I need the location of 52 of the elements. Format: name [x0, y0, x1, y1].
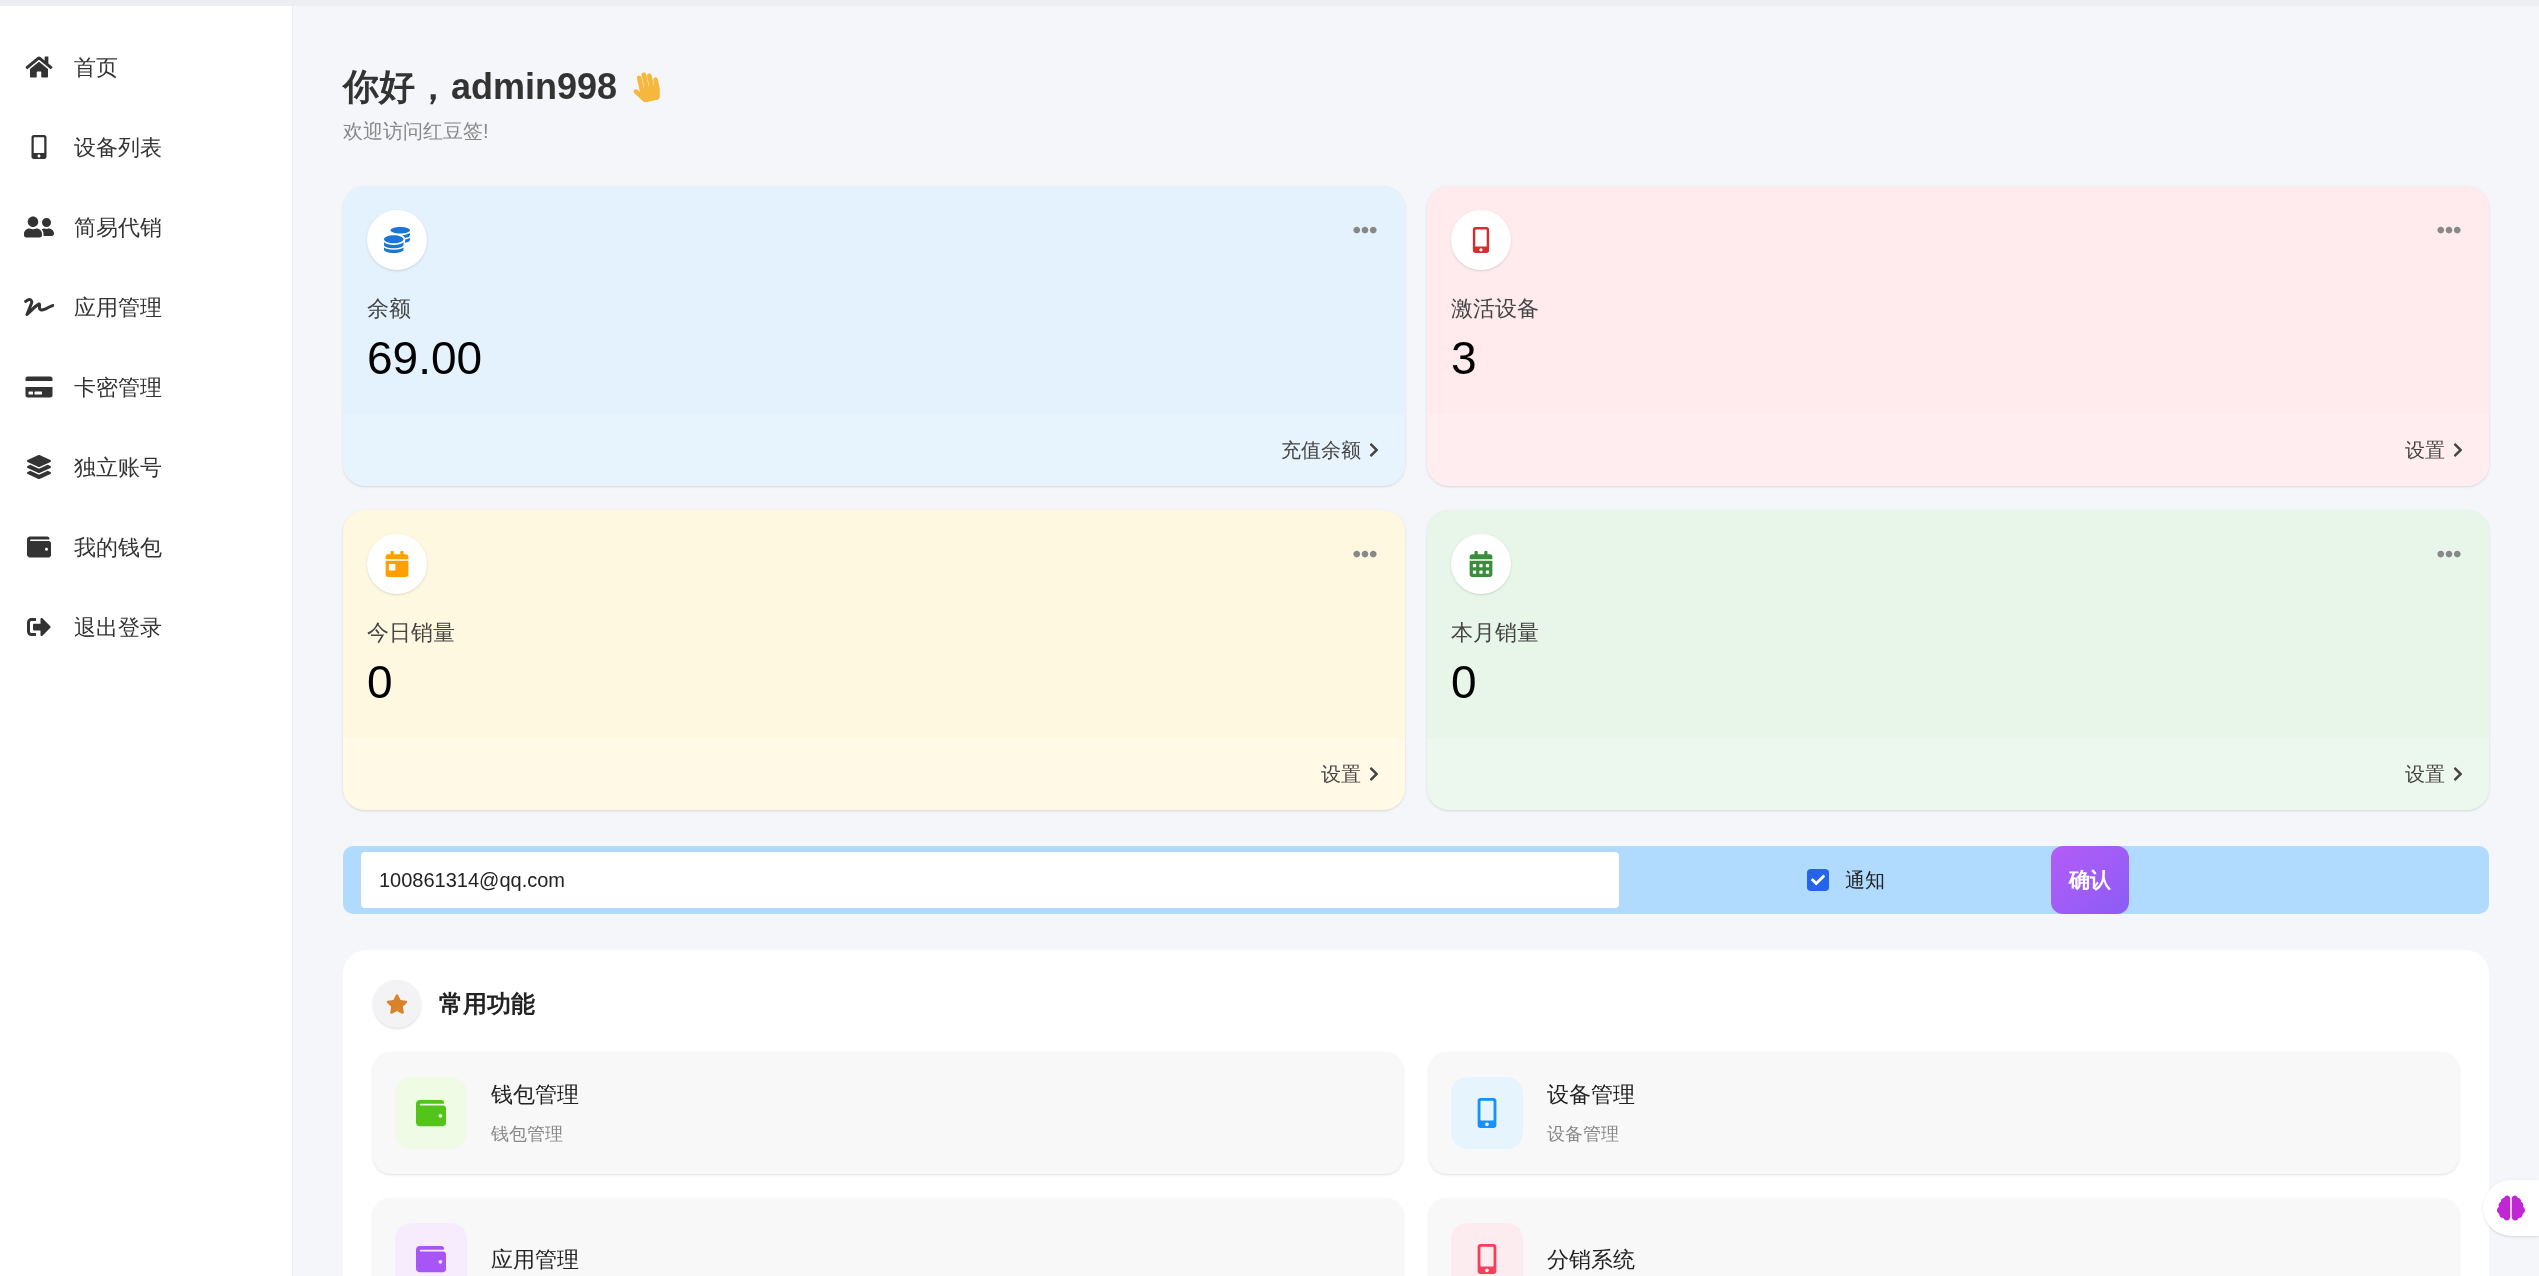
card-link[interactable]: 设置 [1321, 759, 1381, 789]
checkbox[interactable] [1807, 869, 1829, 891]
home-icon [24, 55, 54, 79]
sidebar-item[interactable]: 我的钱包 [0, 507, 292, 587]
card-link[interactable]: 设置 [2405, 435, 2465, 465]
sidebar-item[interactable]: 卡密管理 [0, 347, 292, 427]
layers-icon [24, 455, 54, 479]
confirm-button[interactable]: 确认 [2051, 846, 2129, 914]
chevron-right-icon [1367, 442, 1381, 458]
users-icon [24, 215, 54, 239]
function-card[interactable]: 分销系统 [1429, 1198, 2459, 1276]
wallet-icon [416, 1098, 446, 1128]
card-link[interactable]: 充值余额 [1281, 435, 1381, 465]
wallet-icon [24, 535, 54, 559]
function-card[interactable]: 应用管理 [373, 1198, 1403, 1276]
greeting-subtitle: 欢迎访问红豆签! [343, 119, 490, 144]
signature-icon [24, 295, 54, 319]
function-card[interactable]: 钱包管理 钱包管理 [373, 1052, 1403, 1174]
stat-label: 余额 [367, 295, 412, 323]
sidebar-item[interactable]: 设备列表 [0, 107, 292, 187]
star-icon [386, 993, 408, 1015]
stat-value: 3 [1451, 335, 1478, 381]
chevron-right-icon [1367, 766, 1381, 782]
function-title: 应用管理 [491, 1245, 579, 1274]
function-card[interactable]: 设备管理 设备管理 [1429, 1052, 2459, 1174]
function-subtitle: 设备管理 [1547, 1123, 1620, 1146]
checkbox-label: 通知 [1845, 868, 1885, 893]
section-title: 常用功能 [439, 989, 535, 1019]
sidebar-item[interactable]: 简易代销 [0, 187, 292, 267]
sidebar-item[interactable]: 独立账号 [0, 427, 292, 507]
function-title: 钱包管理 [491, 1081, 579, 1109]
stat-label: 本月销量 [1451, 619, 1540, 647]
function-title: 设备管理 [1547, 1081, 1635, 1109]
check-icon [1811, 873, 1825, 887]
stat-label: 激活设备 [1451, 295, 1540, 323]
sidebar-item[interactable]: 退出登录 [0, 587, 292, 667]
greeting-title: 你好，admin998 [343, 65, 618, 109]
function-title: 分销系统 [1547, 1245, 1635, 1274]
card-link[interactable]: 设置 [2405, 759, 2465, 789]
sidebar-item[interactable]: 首页 [0, 27, 292, 107]
stat-label: 今日销量 [367, 619, 456, 647]
brain-icon [2497, 1194, 2525, 1222]
function-subtitle: 钱包管理 [491, 1123, 564, 1146]
stat-value: 69.00 [367, 335, 484, 381]
email-field[interactable]: 100861314@qq.com [361, 852, 1619, 908]
chevron-right-icon [2451, 766, 2465, 782]
chevron-right-icon [2451, 442, 2465, 458]
sidebar-item[interactable]: 应用管理 [0, 267, 292, 347]
card-icon [24, 375, 54, 399]
floating-button[interactable] [2483, 1180, 2539, 1236]
stat-value: 0 [367, 659, 394, 705]
stat-value: 0 [1451, 659, 1478, 705]
